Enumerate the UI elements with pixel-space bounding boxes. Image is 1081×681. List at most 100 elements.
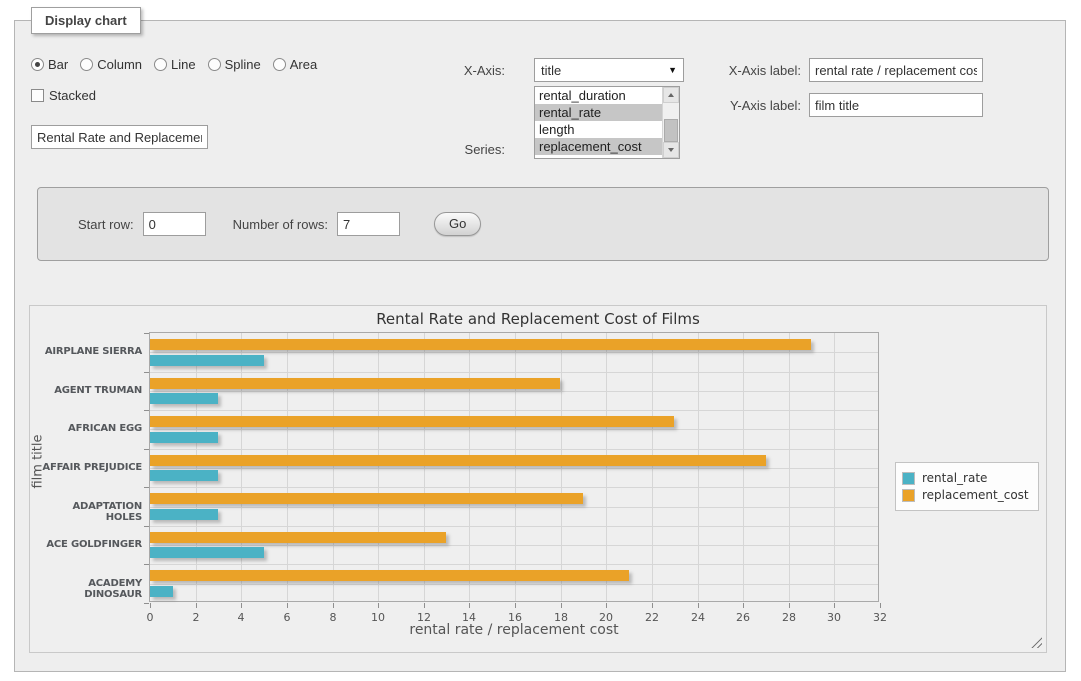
series-option-length[interactable]: length <box>535 121 662 138</box>
gridline-y-center <box>150 584 878 585</box>
chart-type-radio-group: Bar Column Line Spline Area <box>31 57 323 72</box>
x-tick-mark <box>789 603 790 608</box>
resize-handle-icon[interactable] <box>1031 637 1042 648</box>
scroll-up-icon[interactable] <box>663 87 679 103</box>
chart-legend: rental_rate replacement_cost <box>895 462 1039 511</box>
y-tick-mark <box>144 564 149 565</box>
y-tick-mark <box>144 333 149 334</box>
x-axis-label-input[interactable] <box>809 58 983 82</box>
y-tick-mark <box>144 526 149 527</box>
num-rows-label: Number of rows: <box>233 217 328 232</box>
gridline-y-center <box>150 545 878 546</box>
x-tick-mark <box>561 603 562 608</box>
radio-label: Line <box>171 57 196 72</box>
radio-icon[interactable] <box>208 58 221 71</box>
y-axis-label-input[interactable] <box>809 93 983 117</box>
gridline-y-boundary <box>150 564 878 565</box>
series-option-rental_duration[interactable]: rental_duration <box>535 87 662 104</box>
series-listbox[interactable]: rental_durationrental_ratelengthreplacem… <box>534 86 680 159</box>
go-button[interactable]: Go <box>434 212 481 236</box>
series-scrollbar[interactable] <box>662 87 679 158</box>
chart-title-input[interactable] <box>31 125 208 149</box>
gridline-y-boundary <box>150 410 878 411</box>
bar-replacement_cost <box>150 455 766 466</box>
stacked-checkbox-row[interactable]: Stacked <box>31 88 96 103</box>
chart-title: Rental Rate and Replacement Cost of Film… <box>30 310 1046 328</box>
radio-icon[interactable] <box>273 58 286 71</box>
radio-icon[interactable] <box>80 58 93 71</box>
x-tick-mark <box>333 603 334 608</box>
radio-icon[interactable] <box>31 58 44 71</box>
gridline-x <box>652 333 653 601</box>
x-tick-mark <box>469 603 470 608</box>
category-label: AGENT TRUMAN <box>34 385 142 396</box>
category-label: ADAPTATION HOLES <box>34 501 142 523</box>
legend-swatch-replacement_cost <box>902 489 915 502</box>
scroll-down-icon[interactable] <box>663 142 679 158</box>
x-axis-select[interactable]: title ▼ <box>534 58 684 82</box>
y-tick-mark <box>144 449 149 450</box>
bar-replacement_cost <box>150 570 629 581</box>
bar-replacement_cost <box>150 378 560 389</box>
chart-type-option-area[interactable]: Area <box>273 57 317 72</box>
bar-replacement_cost <box>150 339 811 350</box>
gridline-x <box>743 333 744 601</box>
gridline-x <box>698 333 699 601</box>
radio-label: Area <box>290 57 317 72</box>
x-tick-mark <box>698 603 699 608</box>
gridline-x <box>196 333 197 601</box>
gridline-y-center <box>150 507 878 508</box>
legend-swatch-rental_rate <box>902 472 915 485</box>
category-label: ACADEMY DINOSAUR <box>34 578 142 600</box>
display-chart-fieldset: Display chart BarColumnLineSplineArea St… <box>14 20 1066 672</box>
legend-label: replacement_cost <box>922 488 1029 502</box>
x-axis-select-label: X-Axis: <box>401 62 505 80</box>
chart-type-option-column[interactable]: Column <box>80 57 142 72</box>
gridline-y-center <box>150 429 878 430</box>
chart-type-option-bar[interactable]: Bar <box>31 57 68 72</box>
y-tick-mark <box>144 603 149 604</box>
y-tick-mark <box>144 372 149 373</box>
series-option-rental_rate[interactable]: rental_rate <box>535 104 662 121</box>
x-tick-mark <box>743 603 744 608</box>
gridline-x <box>561 333 562 601</box>
stacked-checkbox[interactable] <box>31 89 44 102</box>
category-label: AFRICAN EGG <box>34 423 142 434</box>
bar-rental_rate <box>150 355 264 366</box>
gridline-x <box>287 333 288 601</box>
radio-label: Spline <box>225 57 261 72</box>
y-axis-label-field-label: Y-Axis label: <box>681 97 801 115</box>
fieldset-legend: Display chart <box>31 7 141 34</box>
gridline-x <box>469 333 470 601</box>
x-tick-mark <box>606 603 607 608</box>
chart-container: Rental Rate and Replacement Cost of Film… <box>29 305 1047 653</box>
gridline-x <box>333 333 334 601</box>
chart-type-option-line[interactable]: Line <box>154 57 196 72</box>
gridline-y-center <box>150 468 878 469</box>
category-label: AFFAIR PREJUDICE <box>34 462 142 473</box>
x-tick-mark <box>150 603 151 608</box>
chart-type-option-spline[interactable]: Spline <box>208 57 261 72</box>
bar-rental_rate <box>150 470 218 481</box>
gridline-y-boundary <box>150 487 878 488</box>
series-option-replacement_cost[interactable]: replacement_cost <box>535 138 662 155</box>
x-tick-mark <box>241 603 242 608</box>
x-tick-mark <box>880 603 881 608</box>
gridline-x <box>789 333 790 601</box>
bar-replacement_cost <box>150 532 446 543</box>
bar-rental_rate <box>150 547 264 558</box>
num-rows-input[interactable] <box>337 212 400 236</box>
category-label: AIRPLANE SIERRA <box>34 346 142 357</box>
scrollbar-thumb[interactable] <box>664 119 678 142</box>
legend-label: rental_rate <box>922 471 987 485</box>
x-tick-mark <box>515 603 516 608</box>
gridline-y-boundary <box>150 526 878 527</box>
bar-rental_rate <box>150 586 173 597</box>
radio-icon[interactable] <box>154 58 167 71</box>
bar-replacement_cost <box>150 493 583 504</box>
radio-label: Column <box>97 57 142 72</box>
y-tick-mark <box>144 410 149 411</box>
start-row-label: Start row: <box>78 217 134 232</box>
page: Display chart Bar Column Line Spline Area St… <box>0 0 1081 681</box>
start-row-input[interactable] <box>143 212 206 236</box>
